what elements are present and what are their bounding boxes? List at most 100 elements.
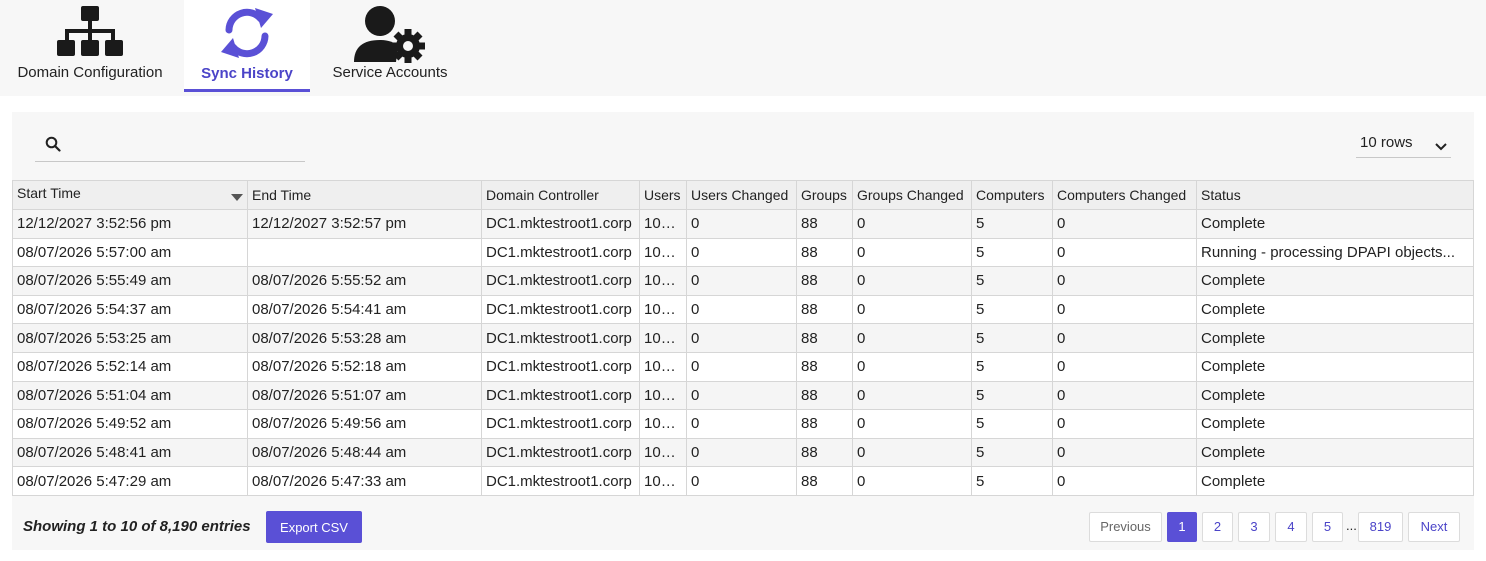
cell-groups: 88 [796,351,853,382]
page-button-5[interactable]: 5 [1312,512,1343,542]
column-header-domain-controller[interactable]: Domain Controller [481,180,640,210]
column-header-users[interactable]: Users [639,180,687,210]
cell-groups-changed: 0 [852,409,972,439]
cell-groups: 88 [796,437,853,468]
cell-computers: 5 [971,266,1053,296]
cell-start-time: 08/07/2026 5:57:00 am [12,237,248,268]
cell-domain-controller: DC1.mktestroot1.corp [481,380,640,411]
cell-computers-changed: 0 [1052,237,1197,268]
cell-groups: 88 [796,237,853,268]
cell-computers-changed: 0 [1052,437,1197,468]
cell-status: Complete [1196,323,1474,353]
cell-users: 10919 [639,409,687,439]
column-header-users-changed[interactable]: Users Changed [686,180,797,210]
cell-start-time: 08/07/2026 5:55:49 am [12,266,248,296]
cell-computers-changed: 0 [1052,294,1197,325]
cell-groups: 88 [796,209,853,239]
cell-groups-changed: 0 [852,351,972,382]
cell-users-changed: 0 [686,209,797,239]
column-header-computers-changed[interactable]: Computers Changed [1052,180,1197,210]
cell-end-time: 08/07/2026 5:53:28 am [247,323,482,353]
cell-start-time: 08/07/2026 5:53:25 am [12,323,248,353]
table-row[interactable]: 12/12/2027 3:52:56 pm 12/12/2027 3:52:57 … [12,209,1474,239]
page-button-1[interactable]: 1 [1167,512,1197,542]
cell-status: Complete [1196,351,1474,382]
cell-computers-changed: 0 [1052,380,1197,411]
cell-users: 10919 [639,466,687,496]
export-csv-button[interactable]: Export CSV [266,511,362,543]
column-header-groups[interactable]: Groups [796,180,853,210]
cell-start-time: 12/12/2027 3:52:56 pm [12,209,248,239]
entries-info: Showing 1 to 10 of 8,190 entries [23,518,251,535]
page-button-last[interactable]: 819 [1358,512,1403,542]
search-icon [45,136,61,155]
cell-users: 10918 [639,209,687,239]
cell-start-time: 08/07/2026 5:49:52 am [12,409,248,439]
column-header-status[interactable]: Status [1196,180,1474,210]
cell-start-time: 08/07/2026 5:47:29 am [12,466,248,496]
cell-status: Complete [1196,437,1474,468]
cell-groups-changed: 0 [852,380,972,411]
cell-computers-changed: 0 [1052,266,1197,296]
cell-computers: 5 [971,380,1053,411]
rows-per-page-select[interactable]: 10 rows [1356,128,1451,158]
cell-groups: 88 [796,380,853,411]
table-row[interactable]: 08/07/2026 5:53:25 am 08/07/2026 5:53:28 … [12,323,1474,353]
cell-users-changed: 0 [686,323,797,353]
cell-groups: 88 [796,323,853,353]
cell-computers-changed: 0 [1052,466,1197,496]
cell-end-time: 08/07/2026 5:51:07 am [247,380,482,411]
top-nav: Domain Configuration Sync History Servic… [0,0,1486,96]
tab-label: Domain Configuration [17,64,163,81]
cell-computers: 5 [971,323,1053,353]
table-row[interactable]: 08/07/2026 5:48:41 am 08/07/2026 5:48:44 … [12,437,1474,468]
cell-start-time: 08/07/2026 5:48:41 am [12,437,248,468]
tab-sync-history[interactable]: Sync History [184,0,310,92]
cell-computers-changed: 0 [1052,209,1197,239]
cell-groups-changed: 0 [852,209,972,239]
next-button[interactable]: Next [1408,512,1460,542]
cell-users-changed: 0 [686,466,797,496]
table-row[interactable]: 08/07/2026 5:52:14 am 08/07/2026 5:52:18 … [12,351,1474,382]
table-row[interactable]: 08/07/2026 5:57:00 am DC1.mktestroot1.cor… [12,237,1474,268]
cell-end-time: 08/07/2026 5:47:33 am [247,466,482,496]
table-row[interactable]: 08/07/2026 5:49:52 am 08/07/2026 5:49:56 … [12,409,1474,439]
cell-status: Complete [1196,466,1474,496]
cell-groups: 88 [796,409,853,439]
table-row[interactable]: 08/07/2026 5:54:37 am 08/07/2026 5:54:41 … [12,294,1474,325]
cell-users: 10919 [639,380,687,411]
cell-computers-changed: 0 [1052,323,1197,353]
tab-label: Sync History [201,65,293,82]
column-header-computers[interactable]: Computers [971,180,1053,210]
previous-button[interactable]: Previous [1089,512,1162,542]
cell-domain-controller: DC1.mktestroot1.corp [481,409,640,439]
page-button-4[interactable]: 4 [1275,512,1307,542]
table-row[interactable]: 08/07/2026 5:47:29 am 08/07/2026 5:47:33 … [12,466,1474,496]
column-header-start-time[interactable]: Start Time [12,180,248,210]
cell-computers-changed: 0 [1052,409,1197,439]
cell-users: 10919 [639,437,687,468]
table-row[interactable]: 08/07/2026 5:55:49 am 08/07/2026 5:55:52 … [12,266,1474,296]
cell-computers: 5 [971,237,1053,268]
table-row[interactable]: 08/07/2026 5:51:04 am 08/07/2026 5:51:07 … [12,380,1474,411]
cell-domain-controller: DC1.mktestroot1.corp [481,466,640,496]
cell-users-changed: 0 [686,266,797,296]
cell-end-time: 08/07/2026 5:55:52 am [247,266,482,296]
cell-groups-changed: 0 [852,237,972,268]
tab-domain-configuration[interactable]: Domain Configuration [0,0,180,92]
cell-users: 10919 [639,294,687,325]
cell-groups-changed: 0 [852,266,972,296]
page-button-2[interactable]: 2 [1202,512,1233,542]
chevron-down-icon [1435,138,1447,154]
tab-service-accounts[interactable]: Service Accounts [318,0,462,92]
column-header-end-time[interactable]: End Time [247,180,482,210]
cell-domain-controller: DC1.mktestroot1.corp [481,294,640,325]
cell-groups: 88 [796,266,853,296]
page-button-3[interactable]: 3 [1238,512,1270,542]
search-input[interactable] [69,133,299,157]
column-header-groups-changed[interactable]: Groups Changed [852,180,972,210]
cell-status: Complete [1196,294,1474,325]
cell-computers: 5 [971,409,1053,439]
cell-start-time: 08/07/2026 5:54:37 am [12,294,248,325]
cell-users-changed: 0 [686,237,797,268]
